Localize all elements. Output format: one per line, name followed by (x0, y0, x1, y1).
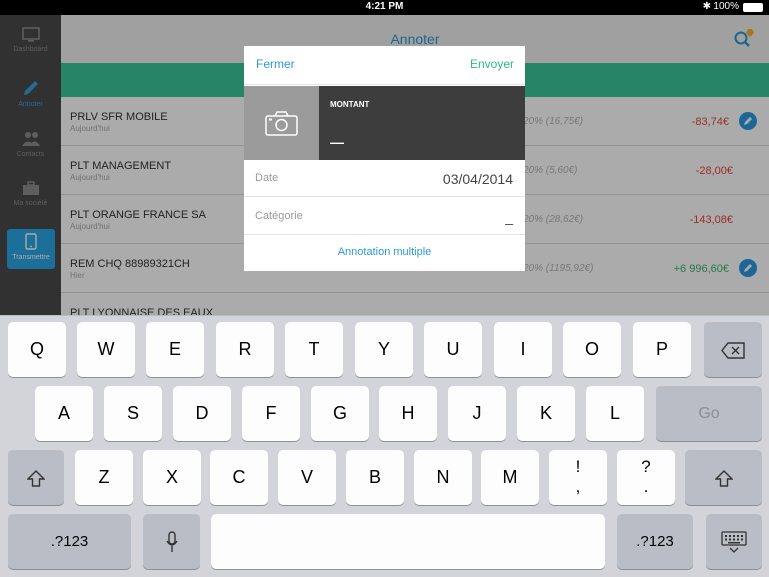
backspace-key[interactable] (704, 322, 762, 377)
amount-value: — (330, 134, 344, 150)
battery-percent: 100% (713, 1, 739, 12)
key-primary-char: ? (641, 457, 651, 476)
microphone-icon (165, 531, 178, 553)
status-bar: 4:21 PM ✱ 100% (0, 0, 769, 15)
key-u[interactable]: U (424, 322, 482, 377)
key-k[interactable]: K (517, 386, 575, 441)
date-value: 03/04/2014 (442, 171, 513, 187)
category-field[interactable]: Catégorie _ (244, 198, 525, 235)
backspace-icon (721, 342, 745, 359)
key-g[interactable]: G (311, 386, 369, 441)
date-field[interactable]: Date 03/04/2014 (244, 160, 525, 197)
key-h[interactable]: H (379, 386, 437, 441)
key-p[interactable]: P (633, 322, 691, 377)
space-key[interactable] (211, 514, 605, 569)
battery-icon (743, 3, 763, 12)
key-j[interactable]: J (448, 386, 506, 441)
key-r[interactable]: R (216, 322, 274, 377)
date-label: Date (255, 172, 279, 184)
key-a[interactable]: A (35, 386, 93, 441)
keyboard-hide-icon (721, 531, 747, 554)
key-i[interactable]: I (494, 322, 552, 377)
keyboard: Q W E R T Y U I O P A S D F G H J K L Go… (0, 315, 769, 577)
key-w[interactable]: W (77, 322, 135, 377)
key-m[interactable]: M (481, 450, 539, 505)
key-secondary-char: , (575, 477, 581, 496)
status-time: 4:21 PM (365, 1, 404, 12)
key-f[interactable]: F (242, 386, 300, 441)
key-x[interactable]: X (143, 450, 201, 505)
key-y[interactable]: Y (355, 322, 413, 377)
key-secondary-char: . (643, 477, 649, 496)
key-s[interactable]: S (104, 386, 162, 441)
key-q[interactable]: Q (8, 322, 66, 377)
shift-key-left[interactable] (8, 450, 64, 505)
key-question-period[interactable]: ? . (617, 450, 675, 505)
shift-icon (26, 469, 46, 487)
multiple-annotation-button[interactable]: Annotation multiple (244, 235, 525, 271)
modal-header: Fermer Envoyer (244, 46, 525, 85)
key-primary-char: ! (575, 457, 581, 476)
add-photo-button[interactable] (244, 86, 319, 160)
key-d[interactable]: D (173, 386, 231, 441)
key-z[interactable]: Z (75, 450, 133, 505)
numbers-key-right[interactable]: .?123 (617, 514, 693, 569)
category-value: _ (505, 209, 513, 225)
camera-icon (265, 111, 298, 136)
hide-keyboard-key[interactable] (706, 514, 762, 569)
key-n[interactable]: N (414, 450, 472, 505)
dictation-key[interactable] (143, 514, 200, 569)
go-key[interactable]: Go (656, 386, 762, 441)
numbers-key-left[interactable]: .?123 (8, 514, 131, 569)
key-v[interactable]: V (278, 450, 336, 505)
key-t[interactable]: T (285, 322, 343, 377)
shift-key-right[interactable] (685, 450, 762, 505)
key-e[interactable]: E (146, 322, 204, 377)
amount-label: MONTANT (330, 100, 370, 109)
key-l[interactable]: L (586, 386, 644, 441)
shift-icon (713, 469, 734, 487)
key-c[interactable]: C (210, 450, 268, 505)
close-button[interactable]: Fermer (256, 57, 295, 71)
amount-field[interactable]: MONTANT — (319, 86, 525, 160)
annotation-modal: Fermer Envoyer MONTANT — Date 03/04/2014… (244, 46, 525, 271)
key-o[interactable]: O (563, 322, 621, 377)
key-exclamation-comma[interactable]: ! , (549, 450, 607, 505)
bluetooth-icon: ✱ (702, 1, 711, 12)
category-label: Catégorie (255, 210, 303, 222)
send-button[interactable]: Envoyer (470, 57, 514, 71)
key-b[interactable]: B (346, 450, 404, 505)
